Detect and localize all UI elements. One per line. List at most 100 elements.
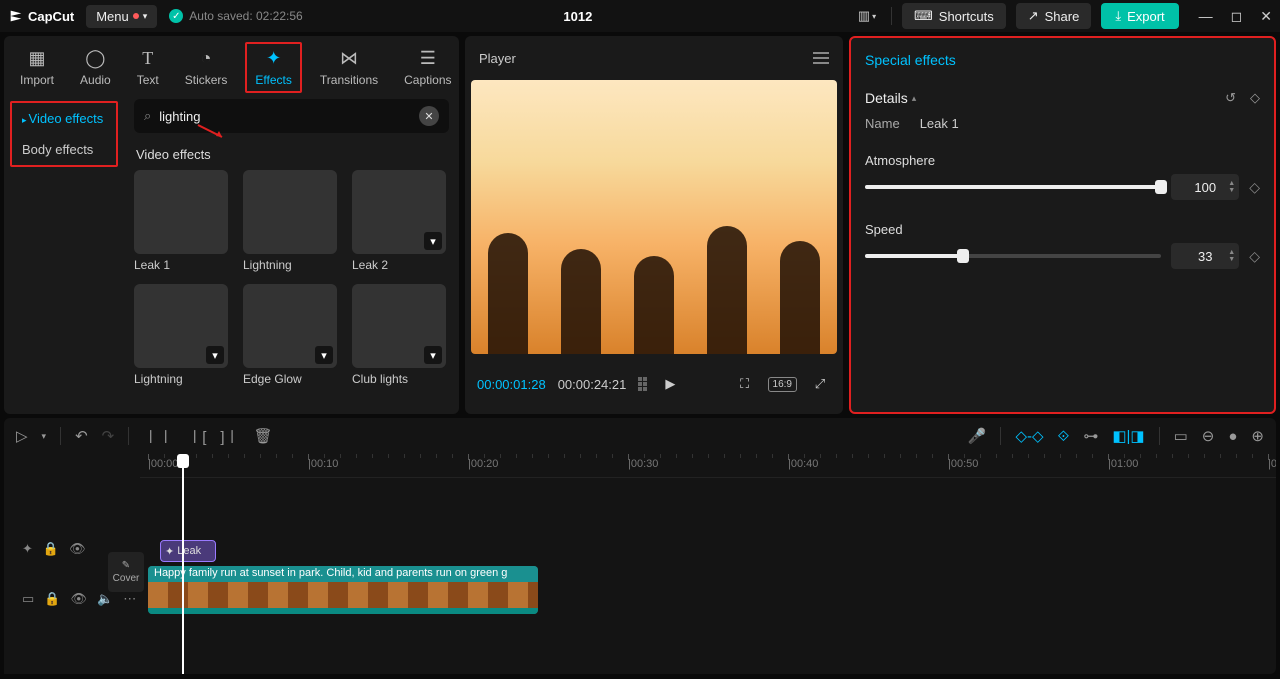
time-ruler[interactable]: |00:00|00:10|00:20|00:30|00:40|00:50|01:… [140, 454, 1276, 478]
download-icon[interactable]: ▾ [315, 346, 333, 364]
speed-keyframe[interactable]: ◇ [1249, 248, 1260, 265]
undo-button[interactable]: ↶ [75, 427, 88, 445]
category-video-effects[interactable]: ▸Video effects [12, 103, 116, 134]
shortcuts-button[interactable]: ⌨ Shortcuts [902, 3, 1006, 29]
visibility-icon[interactable]: 👁 [69, 541, 86, 557]
export-icon: ⤓ [1115, 8, 1121, 24]
effects-grid: Leak 1 Lightning ▾Leak 2 ▾Lightning ▾Edg… [134, 170, 449, 386]
video-clip[interactable]: Happy family run at sunset in park. Chil… [148, 566, 538, 614]
tool-tabs: ▦Import ◯Audio TText ◔Stickers ✦Effects … [4, 36, 459, 93]
playhead[interactable] [182, 454, 184, 674]
play-button[interactable]: ▶ [659, 373, 681, 395]
tab-effects[interactable]: ✦Effects [245, 42, 301, 93]
download-icon[interactable]: ▾ [206, 346, 224, 364]
preview-viewport[interactable] [471, 80, 837, 354]
tab-audio[interactable]: ◯Audio [72, 44, 119, 91]
zoom-slider-handle[interactable]: ● [1228, 428, 1237, 445]
current-time: 00:00:01:28 [477, 377, 546, 392]
pointer-dropdown[interactable]: ▾ [42, 431, 47, 442]
sparkle-icon: ✦ [165, 545, 174, 558]
tab-captions[interactable]: ☰Captions [396, 44, 459, 91]
delete-button[interactable]: 🗑 [254, 427, 273, 445]
link-icon[interactable]: ⊶ [1083, 427, 1098, 445]
trim-right-tool[interactable]: ]〡 [220, 426, 239, 447]
preview-render-icon[interactable]: ▭ [1174, 427, 1188, 445]
effect-thumb[interactable]: ▾Lightning [134, 284, 231, 386]
app-logo: CapCut [8, 8, 74, 24]
effect-thumb[interactable]: Leak 1 [134, 170, 231, 272]
zoom-out-icon[interactable]: ⊖ [1202, 427, 1215, 445]
effect-thumb[interactable]: ▾Club lights [352, 284, 449, 386]
search-input[interactable] [159, 109, 411, 124]
titlebar: CapCut Menu ▾ ✓ Auto saved: 02:22:56 101… [0, 0, 1280, 32]
properties-panel: Special effects Details▴ ↺ ◇ Name Leak 1… [849, 36, 1276, 414]
effect-thumb[interactable]: ▾Leak 2 [352, 170, 449, 272]
brand-text: CapCut [28, 9, 74, 24]
keyframe-icon[interactable]: ◇ [1250, 90, 1260, 106]
autosave-status: ✓ Auto saved: 02:22:56 [169, 9, 302, 23]
clip-audio-waveform [148, 608, 538, 614]
aspect-ratio[interactable]: 16:9 [768, 377, 797, 392]
tab-text[interactable]: TText [129, 44, 167, 91]
close-button[interactable]: ✕ [1260, 8, 1272, 25]
menu-button[interactable]: Menu ▾ [86, 5, 157, 28]
duration: 00:00:24:21 [558, 377, 627, 392]
speed-slider[interactable] [865, 254, 1161, 258]
player-menu-icon[interactable] [813, 52, 829, 64]
tab-stickers[interactable]: ◔Stickers [177, 44, 236, 91]
clear-search-button[interactable]: ✕ [419, 106, 439, 126]
compare-icon[interactable] [638, 377, 647, 391]
scale-icon[interactable]: ⛶ [734, 373, 756, 395]
atmosphere-value[interactable]: 100 ▲▼ [1171, 174, 1239, 200]
visibility-icon[interactable]: 👁 [70, 591, 87, 607]
fx-track-icon[interactable]: ✦ [22, 541, 33, 557]
section-title: Video effects [136, 147, 449, 162]
speed-value[interactable]: 33 ▲▼ [1171, 243, 1239, 269]
speed-control: Speed [865, 222, 1260, 237]
minimize-button[interactable]: — [1199, 8, 1213, 25]
edit-icon: ✎ [122, 560, 130, 571]
clip-thumbnails [148, 582, 538, 608]
clip-title: Happy family run at sunset in park. Chil… [148, 566, 538, 582]
category-body-effects[interactable]: Body effects [12, 134, 116, 165]
mute-icon[interactable]: 🔈 [97, 591, 113, 607]
player-controls: 00:00:01:28 00:00:24:21 ▶ ⛶ 16:9 ⤢ [465, 354, 843, 414]
player-title: Player [479, 51, 516, 66]
effects-search[interactable]: ⌕ ✕ [134, 99, 449, 133]
snap-icon[interactable]: ◇-◇ [1015, 427, 1043, 445]
effect-thumb[interactable]: Lightning [243, 170, 340, 272]
atmosphere-keyframe[interactable]: ◇ [1249, 179, 1260, 196]
download-icon[interactable]: ▾ [424, 232, 442, 250]
tab-import[interactable]: ▦Import [12, 44, 62, 91]
undo-icon[interactable]: ↺ [1225, 90, 1236, 106]
details-header[interactable]: Details▴ [865, 90, 916, 106]
effect-thumb[interactable]: ▾Edge Glow [243, 284, 340, 386]
trim-left-tool[interactable]: 〡[ [187, 426, 206, 447]
share-button[interactable]: ↗ Share [1016, 3, 1092, 29]
lock-icon[interactable]: 🔒 [44, 591, 60, 607]
export-button[interactable]: ⤓ Export [1101, 3, 1178, 29]
split-tool[interactable]: 〡〡 [143, 426, 173, 447]
effect-clip[interactable]: ✦ Leak [160, 540, 216, 562]
tracks-area[interactable]: |00:00|00:10|00:20|00:30|00:40|00:50|01:… [140, 454, 1276, 674]
sparkle-icon: ✦ [266, 48, 281, 69]
keyboard-icon: ⌨ [914, 8, 933, 24]
lock-icon[interactable]: 🔒 [43, 541, 59, 557]
layout-icon[interactable]: ▥▾ [853, 2, 881, 30]
more-icon[interactable]: ⋯ [123, 591, 136, 607]
tab-transitions[interactable]: ⋈Transitions [312, 44, 386, 91]
effects-categories: ▸Video effects Body effects [4, 93, 124, 414]
fullscreen-icon[interactable]: ⤢ [809, 373, 831, 395]
align-icon[interactable]: ◧|◨ [1112, 427, 1144, 445]
track-type-icon[interactable]: ▭ [22, 591, 34, 607]
cover-button[interactable]: ✎ Cover [108, 552, 144, 592]
maximize-button[interactable]: ◻ [1231, 8, 1243, 25]
redo-button[interactable]: ↷ [102, 427, 115, 445]
search-icon: ⌕ [144, 108, 151, 124]
pointer-tool[interactable]: ▷ [16, 427, 28, 445]
download-icon[interactable]: ▾ [424, 346, 442, 364]
zoom-in-icon[interactable]: ⊕ [1251, 427, 1264, 445]
atmosphere-slider[interactable] [865, 185, 1161, 189]
mic-icon[interactable]: 🎤 [968, 427, 987, 445]
magnet-icon[interactable]: ⟐ [1058, 428, 1070, 445]
